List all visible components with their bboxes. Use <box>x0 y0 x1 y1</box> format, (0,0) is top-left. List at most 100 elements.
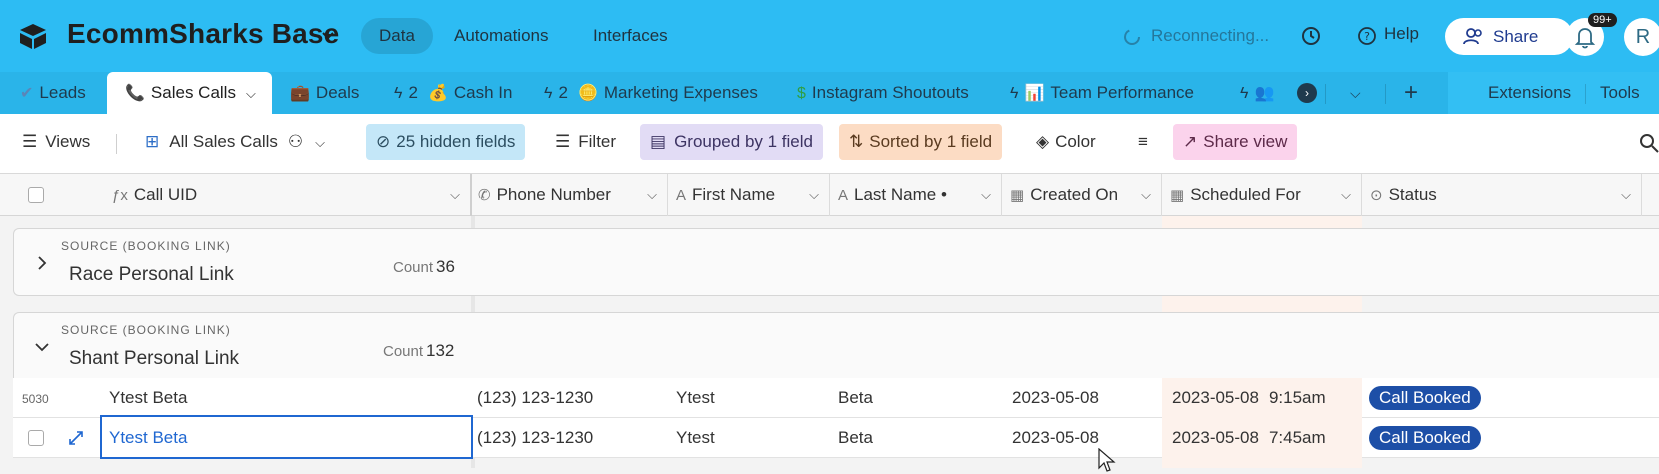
chevron-down-icon[interactable]: ⌵ <box>450 174 460 216</box>
column-title: Scheduled For <box>1190 185 1301 204</box>
reconnecting-status: Reconnecting... <box>1151 26 1270 45</box>
chevron-down-icon[interactable] <box>318 25 338 45</box>
column-header-call-uid[interactable]: ƒx Call UID ⌵ <box>108 174 472 216</box>
tab-label: Cash In <box>453 83 513 102</box>
select-all-checkbox[interactable] <box>28 187 44 203</box>
chevron-down-icon[interactable]: ⌵ <box>1621 174 1631 216</box>
column-header-first-name[interactable]: A First Name ⌵ <box>668 174 830 216</box>
scroll-right-icon[interactable]: › <box>1297 83 1317 103</box>
filter-button[interactable]: ☰ Filter <box>545 124 626 160</box>
tab-label: Instagram Shoutouts <box>811 83 969 102</box>
chevron-down-icon[interactable]: ⌵ <box>647 174 657 216</box>
history-icon[interactable] <box>1300 25 1322 47</box>
column-header-phone[interactable]: ✆ Phone Number ⌵ <box>474 174 668 216</box>
cell-last-name[interactable]: Beta <box>838 418 873 458</box>
extensions-button[interactable]: Extensions <box>1488 72 1571 114</box>
share-view-button[interactable]: ↗ Share view <box>1173 124 1298 160</box>
cell-status[interactable]: Call Booked <box>1369 418 1481 458</box>
column-header-status[interactable]: ⊙ Status ⌵ <box>1362 174 1642 216</box>
tab-sales-calls[interactable]: 📞 Sales Calls ⌵ <box>107 72 272 114</box>
cell-status[interactable]: Call Booked <box>1369 378 1481 418</box>
people-icon: 👥 <box>1254 85 1275 102</box>
column-header-created-on[interactable]: ▦ Created On ⌵ <box>1002 174 1162 216</box>
row-height-icon[interactable]: ≡ <box>1128 124 1158 160</box>
cell-scheduled-for[interactable]: 2023-05-08 9:15am <box>1162 378 1362 418</box>
tab-leads[interactable]: ✔ Leads <box>20 72 86 114</box>
add-table-icon[interactable]: + <box>1404 72 1418 114</box>
dollar-icon: $ <box>797 85 806 102</box>
nav-interfaces[interactable]: Interfaces <box>575 18 686 54</box>
cell-call-uid[interactable]: Ytest Beta <box>109 378 187 418</box>
column-header-scheduled-for[interactable]: ▦ Scheduled For ⌵ <box>1162 174 1362 216</box>
bolt-icon: ϟ <box>544 85 553 102</box>
status-badge: Call Booked <box>1369 426 1481 450</box>
chevron-down-icon[interactable]: ⌵ <box>246 86 256 101</box>
tab-deals[interactable]: 💼 Deals <box>290 72 359 114</box>
tab-badge: 2 <box>408 83 418 102</box>
help-icon[interactable]: ? <box>1357 26 1377 46</box>
chevron-down-icon[interactable] <box>34 339 50 355</box>
status-circle-icon: ⊙ <box>1370 187 1383 204</box>
people-icon <box>1463 28 1482 45</box>
color-button[interactable]: ◈ Color <box>1026 124 1106 160</box>
search-icon[interactable] <box>1638 132 1659 154</box>
tab-instagram-shoutouts[interactable]: $ Instagram Shoutouts <box>797 72 969 114</box>
bolt-icon: ϟ <box>1010 85 1019 102</box>
cell-last-name[interactable]: Beta <box>838 378 873 418</box>
cell-created-on[interactable]: 2023-05-08 <box>1012 378 1099 418</box>
cell-first-name[interactable]: Ytest <box>676 378 715 418</box>
tab-team-performance[interactable]: ϟ 📊 Team Performance <box>1010 72 1194 114</box>
divider <box>1585 84 1586 104</box>
chevron-down-icon[interactable]: ⌵ <box>1141 174 1151 216</box>
cell-first-name[interactable]: Ytest <box>676 418 715 458</box>
cell-phone[interactable]: (123) 123-1230 <box>477 378 593 418</box>
scheduled-date: 2023-05-08 <box>1172 428 1259 447</box>
tab-marketing-expenses[interactable]: ϟ 2 🪙 Marketing Expenses <box>544 72 758 114</box>
scheduled-time: 9:15am <box>1268 388 1326 407</box>
calendar-icon: ▦ <box>1010 187 1025 204</box>
cell-scheduled-for[interactable]: 2023-05-08 7:45am <box>1162 418 1362 458</box>
briefcase-icon: 💼 <box>290 85 310 102</box>
chevron-down-icon[interactable]: ⌵ <box>981 174 991 216</box>
group-header-race[interactable]: SOURCE (BOOKING LINK) Race Personal Link… <box>13 228 1659 296</box>
formula-icon: ƒx <box>112 187 128 204</box>
all-tables-chevron-icon[interactable]: ⌵ <box>1350 72 1361 114</box>
group-header-shant[interactable]: SOURCE (BOOKING LINK) Shant Personal Lin… <box>13 312 1659 378</box>
table-row[interactable]: 5030 Ytest Beta (123) 123-1230 Ytest Bet… <box>13 378 1659 418</box>
group-button[interactable]: ▤ Grouped by 1 field <box>640 124 823 160</box>
tab-cash-in[interactable]: ϟ 2 💰 Cash In <box>394 72 512 114</box>
chevron-down-icon[interactable]: ⌵ <box>809 174 819 216</box>
hidden-fields-button[interactable]: ⊘ 25 hidden fields <box>366 124 526 160</box>
cell-phone[interactable]: (123) 123-1230 <box>477 418 593 458</box>
group-count: 36 <box>436 257 455 276</box>
column-title: Status <box>1388 185 1437 204</box>
bolt-icon: ϟ <box>394 85 403 102</box>
view-switcher[interactable]: ⊞ All Sales Calls ⚇ ⌵ <box>135 124 335 160</box>
nav-automations[interactable]: Automations <box>436 18 567 54</box>
base-name[interactable]: EcommSharks Base <box>67 18 339 50</box>
text-field-icon: A <box>676 187 687 204</box>
chevron-right-icon[interactable] <box>34 255 50 271</box>
base-logo-icon[interactable] <box>18 22 48 50</box>
column-header-last-name[interactable]: A Last Name • ⌵ <box>830 174 1002 216</box>
views-button[interactable]: ☰ Views <box>12 124 100 160</box>
help-link[interactable]: Help <box>1384 24 1419 44</box>
sort-button[interactable]: ⇅ Sorted by 1 field <box>839 124 1003 160</box>
group-title: Race Personal Link <box>69 264 234 285</box>
tab-extras: Extensions Tools <box>1448 72 1659 114</box>
nav-data[interactable]: Data <box>361 18 433 54</box>
share-label: Share <box>1493 27 1539 46</box>
avatar[interactable]: R <box>1624 18 1659 56</box>
expand-record-icon[interactable] <box>68 430 84 446</box>
tab-more[interactable]: ϟ 👥 <box>1240 72 1280 114</box>
table-row[interactable]: Ytest Beta (123) 123-1230 Ytest Beta 202… <box>13 415 1659 459</box>
cell-created-on[interactable]: 2023-05-08 <box>1012 418 1099 458</box>
cell-call-uid[interactable]: Ytest Beta <box>109 418 187 458</box>
bar-chart-icon: 📊 <box>1024 85 1045 102</box>
tools-button[interactable]: Tools <box>1600 72 1640 114</box>
chevron-down-icon[interactable]: ⌵ <box>1341 174 1351 216</box>
row-checkbox[interactable] <box>28 430 44 446</box>
share-button[interactable]: Share <box>1445 18 1573 55</box>
filter-icon: ☰ <box>555 132 571 151</box>
mouse-cursor-icon <box>1098 448 1116 472</box>
